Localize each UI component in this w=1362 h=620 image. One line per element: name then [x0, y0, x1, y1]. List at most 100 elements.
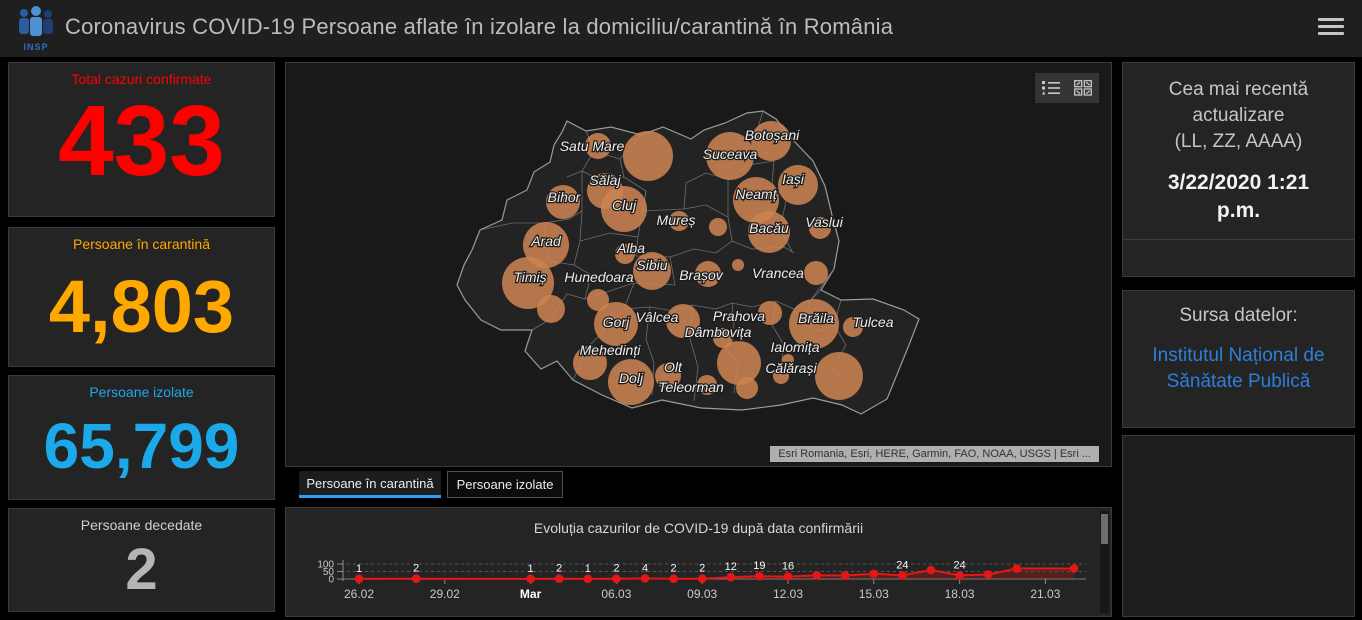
county-label: Prahova	[713, 308, 765, 324]
data-point	[755, 572, 764, 581]
map-toolbar	[1035, 73, 1099, 103]
county-label: Vrancea	[752, 265, 804, 281]
county-bubble[interactable]	[815, 352, 863, 400]
page-title: Coronavirus COVID-19 Persoane aflate în …	[65, 14, 893, 40]
stat-value-confirmed: 433	[9, 91, 274, 191]
data-point-label: 24	[896, 559, 908, 571]
data-point	[984, 570, 993, 579]
data-point	[870, 569, 879, 578]
data-point	[669, 574, 678, 583]
county-bubble[interactable]	[623, 131, 673, 181]
tab-label: Persoane izolate	[457, 477, 554, 492]
county-bubble[interactable]	[736, 377, 758, 399]
chart-scrollbar[interactable]	[1100, 511, 1109, 613]
county-label: Ialomița	[770, 339, 819, 355]
data-point	[612, 574, 621, 583]
county-bubble[interactable]	[709, 218, 727, 236]
county-label: Neamț	[735, 186, 777, 202]
stat-value-isolated: 65,799	[9, 414, 274, 478]
last-update-datetime-line: p.m.	[1123, 197, 1354, 225]
county-label: Bihor	[548, 189, 582, 205]
x-tick-label: 09.03	[687, 587, 717, 601]
county-label: Cluj	[612, 197, 637, 213]
county-label: Olt	[664, 359, 683, 375]
data-point	[784, 572, 793, 581]
county-label: Bacău	[749, 220, 789, 236]
data-point-label: 1	[585, 563, 591, 575]
romania-map[interactable]: Satu Mare Botoșani Suceava Iași Sălaj Bihor Cl…	[286, 63, 1112, 467]
county-label: Timiș	[513, 269, 546, 285]
data-point	[812, 571, 821, 580]
data-point	[412, 574, 421, 583]
data-point	[927, 566, 936, 575]
last-update-title: Cea mai recentă actualizare (LL, ZZ, AAA…	[1123, 77, 1354, 155]
county-bubble[interactable]	[537, 295, 565, 323]
county-label: Brașov	[679, 267, 724, 283]
data-point	[1070, 564, 1079, 573]
county-bubble[interactable]	[732, 259, 744, 271]
x-tick-label: 18.03	[945, 587, 975, 601]
county-label: Satu Mare	[560, 138, 625, 154]
stat-label-quarantined: Persoane în carantină	[9, 236, 274, 252]
county-label: Dolj	[619, 370, 644, 386]
data-point-label: 16	[782, 561, 794, 573]
last-update-title-line: actualizare	[1123, 103, 1354, 129]
data-point	[841, 571, 850, 580]
x-tick-label: 06.03	[601, 587, 631, 601]
county-label: Teleorman	[658, 379, 724, 395]
divider	[1123, 239, 1354, 240]
last-update-datetime-line: 3/22/2020 1:21	[1123, 169, 1354, 197]
county-label: Iași	[782, 171, 805, 187]
chart-scrollbar-thumb[interactable]	[1101, 514, 1108, 544]
basemap-gallery-button[interactable]	[1070, 76, 1096, 100]
legend-button[interactable]	[1038, 76, 1064, 100]
stat-value-deceased: 2	[9, 541, 274, 599]
county-label: Hunedoara	[564, 269, 633, 285]
data-point	[955, 571, 964, 580]
map-attribution: Esri Romania, Esri, HERE, Garmin, FAO, N…	[770, 446, 1099, 462]
stat-card-isolated: Persoane izolate 65,799	[8, 375, 275, 500]
data-point	[727, 573, 736, 582]
x-tick-label: Mar	[520, 587, 542, 601]
county-label: Alba	[616, 240, 645, 256]
county-label: Mureș	[657, 212, 696, 228]
data-point-label: 12	[725, 561, 737, 573]
x-tick-label: 12.03	[773, 587, 803, 601]
data-point-label: 1	[356, 563, 362, 575]
last-update-card: Cea mai recentă actualizare (LL, ZZ, AAA…	[1122, 62, 1355, 277]
data-point	[584, 575, 593, 584]
insp-logo-text: INSP	[14, 42, 58, 52]
data-point-label: 2	[413, 563, 419, 575]
county-label: Sibiu	[636, 257, 667, 273]
data-point	[355, 575, 364, 584]
data-source-link[interactable]: Institutul Național de Sănătate Publică	[1123, 343, 1354, 395]
data-point	[555, 574, 564, 583]
last-update-title-line: (LL, ZZ, AAAA)	[1123, 129, 1354, 155]
data-point	[1013, 564, 1022, 573]
county-label: Mehedinți	[580, 342, 642, 358]
data-source-title: Sursa datelor:	[1123, 305, 1354, 327]
county-label: Botoșani	[745, 127, 800, 143]
tab-persoane-in-carantina[interactable]: Persoane în carantină	[299, 471, 441, 498]
county-bubble-Vrancea[interactable]	[804, 261, 828, 285]
tab-persoane-izolate[interactable]: Persoane izolate	[447, 471, 563, 498]
last-update-title-line: Cea mai recentă	[1123, 77, 1354, 103]
county-label: Sălaj	[589, 172, 621, 188]
county-label: Vâlcea	[636, 309, 679, 325]
data-point	[898, 571, 907, 580]
county-label: Tulcea	[853, 314, 894, 330]
chart-panel: 10050026.0229.02Mar06.0309.0312.0315.031…	[285, 507, 1112, 617]
data-point-label: 1	[528, 563, 534, 575]
county-label: Suceava	[703, 146, 758, 162]
data-point	[698, 574, 707, 583]
stat-label-deceased: Persoane decedate	[9, 517, 274, 533]
stat-value-quarantined: 4,803	[9, 270, 274, 344]
county-label: Călărași	[765, 360, 817, 376]
data-point-label: 2	[699, 563, 705, 575]
data-point-label: 2	[671, 563, 677, 575]
last-update-datetime: 3/22/2020 1:21 p.m.	[1123, 169, 1354, 225]
menu-hamburger-icon[interactable]	[1318, 18, 1344, 38]
stat-card-quarantined: Persoane în carantină 4,803	[8, 227, 275, 367]
dashboard: INSP Coronavirus COVID-19 Persoane aflat…	[0, 0, 1362, 620]
stat-card-confirmed: Total cazuri confirmate 433	[8, 62, 275, 217]
